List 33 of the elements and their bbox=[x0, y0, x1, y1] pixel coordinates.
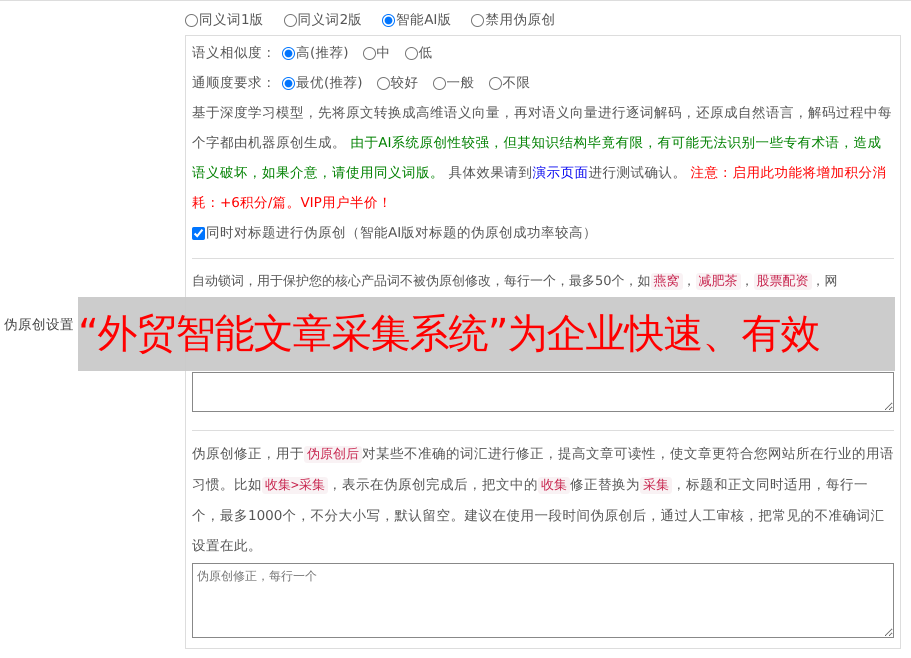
similarity-radio[interactable] bbox=[404, 46, 418, 60]
correction-field[interactable]: 伪原创修正，每行一个 bbox=[192, 563, 894, 638]
similarity-option-label: 高(推荐) bbox=[296, 44, 349, 62]
fluency-radio[interactable] bbox=[376, 76, 390, 90]
similarity-label: 语义相似度： bbox=[192, 44, 276, 62]
section-label: 伪原创设置 bbox=[4, 316, 74, 334]
description-text: 基于深度学习模型，先将原文转换成高维语义向量，再对语义向量进行逐词解码，还原成自然语言，解码过程中每个字都由机器原创生成。 由于AI系统原创性较强，但其知识结构毕竟有限，有可能无法识别一些专有术语，造成语义破坏，如果介意，请使用同义词版。 具体效果请到演示页面进行测试确认。 注意：启用此功能将增加积分消耗：+6积分/篇。VIP用户半价！ bbox=[192, 104, 893, 213]
similarity-radio[interactable] bbox=[362, 46, 376, 60]
fluency-option-label: 最优(推荐) bbox=[296, 74, 363, 92]
mode-radio[interactable] bbox=[471, 14, 484, 26]
mode-label: 禁用伪原创 bbox=[485, 11, 556, 29]
lock-words-text: 自动锁词，用于保护您的核心产品词不被伪原创修改，每行一个，最多50个，如 燕窝 ， 减肥茶 ， 股票配资 ，网 bbox=[192, 272, 839, 292]
fluency-radio[interactable] bbox=[488, 76, 502, 90]
banner: “外贸智能文章采集系统”为企业快速、有效 bbox=[78, 297, 895, 371]
fluency-radio[interactable] bbox=[432, 76, 446, 90]
mode-label: 同义词1版 bbox=[199, 11, 264, 29]
mode-radio[interactable] bbox=[185, 14, 198, 26]
fluency-option-label: 一般 bbox=[446, 74, 475, 92]
fluency-radio[interactable] bbox=[282, 76, 295, 90]
lock-words-field[interactable] bbox=[192, 372, 894, 412]
mode-radio[interactable] bbox=[284, 14, 297, 26]
similarity-radio[interactable] bbox=[282, 46, 295, 60]
title-checkbox[interactable] bbox=[192, 226, 205, 240]
similarity-option-label: 中 bbox=[376, 44, 391, 62]
mode-label: 同义词2版 bbox=[298, 11, 362, 29]
mode-label: 智能AI版 bbox=[396, 11, 452, 29]
mode-radio[interactable] bbox=[382, 14, 396, 26]
title-option-label: 同时对标题进行伪原创（智能AI版对标题的伪原创成功率较高） bbox=[206, 224, 598, 242]
fluency-label: 通顺度要求： bbox=[192, 74, 276, 92]
correction-text: 伪原创修正，用于 伪原创后 对某些不准确的词汇进行修正，提高文章可读性，使文章更符合您网站所在行业的用语习惯。比如 收集>采集 ，表示在伪原创完成后，把文中的 收集 修正替换为 采集 ，标题和正文同时适用，每行一个，最多1000个，不分大小写，默认留空。建议在使用一段时间伪原创后，通过人工审核，把常见的不准确词汇设置在此。 bbox=[192, 445, 894, 556]
fluency-option-label: 较好 bbox=[390, 74, 419, 92]
similarity-option-label: 低 bbox=[418, 44, 433, 62]
fluency-option-label: 不限 bbox=[502, 74, 531, 92]
